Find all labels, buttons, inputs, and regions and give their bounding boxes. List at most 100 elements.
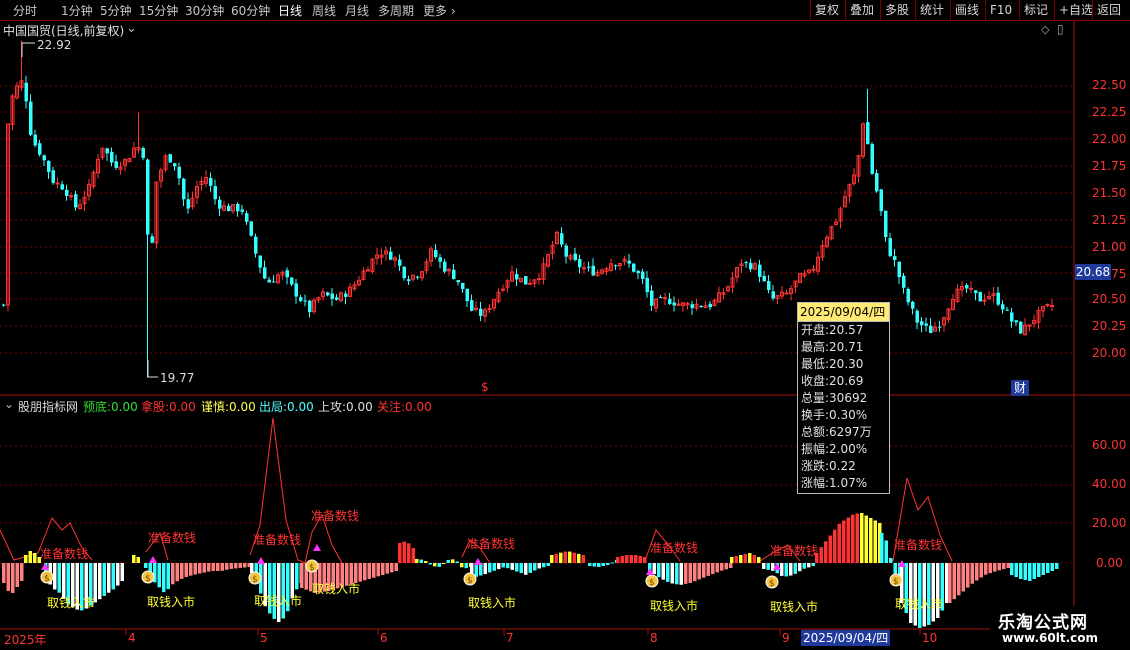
candle-body	[407, 279, 411, 282]
candle-body	[902, 275, 906, 288]
indicator-bar	[715, 563, 719, 573]
finance-report-marker[interactable]: 财	[1011, 380, 1029, 396]
indicator-bar	[1010, 563, 1014, 575]
indicator-bar	[446, 559, 450, 563]
statistics-button[interactable]: 统计	[915, 0, 948, 20]
signal-triangle-icon	[149, 556, 157, 563]
take-money-label: 取钱入市	[468, 596, 517, 610]
indicator-bar	[533, 563, 537, 571]
indicator-bar	[460, 563, 464, 568]
f10-button[interactable]: F10	[985, 0, 1016, 20]
indicator-bar	[234, 563, 238, 569]
indicator-bar	[793, 563, 797, 574]
back-button[interactable]: 返回	[1092, 0, 1125, 20]
tooltip-low: 最低:20.30	[801, 357, 864, 371]
period-tab-weekly[interactable]: 周线	[312, 2, 336, 19]
indicator-name[interactable]: 股朋指标网	[18, 398, 78, 415]
period-tab-daily[interactable]: 日线	[278, 2, 302, 19]
period-tab-more[interactable]: 更多 ›	[423, 2, 456, 19]
indicator-bar	[997, 563, 1001, 571]
indicator-bar	[11, 563, 15, 593]
indicator-bar	[216, 563, 220, 571]
period-tab-15min[interactable]: 15分钟	[139, 2, 178, 19]
money-bag-symbol: $	[145, 574, 151, 584]
indicator-tick: 20.00	[1092, 516, 1127, 530]
diamond-icon[interactable]: ◇	[1041, 23, 1049, 36]
indicator-bar	[864, 515, 868, 563]
indicator-tick: 40.00	[1092, 477, 1127, 491]
draw-line-button[interactable]: 画线	[950, 0, 983, 20]
period-tab-60min[interactable]: 60分钟	[231, 2, 270, 19]
money-bag-symbol: $	[309, 563, 315, 573]
indicator-bar	[207, 563, 211, 572]
candle-body	[573, 253, 577, 260]
take-money-label: 取钱入市	[47, 596, 96, 610]
indicator-bar	[1028, 563, 1032, 581]
take-money-label: 取钱入市	[650, 599, 699, 613]
period-tab-fenshi[interactable]: 分时	[13, 2, 37, 19]
indicator-bar	[363, 563, 367, 581]
indicator-bar	[638, 556, 642, 563]
indicator-bar	[873, 520, 877, 563]
indicator-bar	[634, 555, 638, 563]
period-tab-1min[interactable]: 1分钟	[61, 2, 93, 19]
chevron-down-icon[interactable]: ⌄	[4, 397, 14, 411]
indicator-bar	[724, 563, 728, 570]
candle-body	[330, 293, 334, 299]
indicator-bar	[367, 563, 371, 579]
indicator-bar	[488, 563, 492, 573]
indicator-bar	[98, 563, 102, 600]
candle-body	[487, 307, 492, 310]
indicator-bar	[927, 563, 931, 625]
candle-body	[1005, 309, 1009, 311]
price-tick: 21.50	[1092, 186, 1127, 200]
multi-stock-button[interactable]: 多股	[880, 0, 913, 20]
candle-body	[893, 256, 897, 261]
candle-body	[811, 268, 816, 271]
candle-body	[996, 292, 1000, 305]
candle-body	[65, 189, 69, 196]
date-crosshair-label: 2025/09/04/四	[801, 630, 891, 646]
candle-body	[879, 189, 883, 212]
adjust-button[interactable]: 复权	[810, 0, 843, 20]
indicator-bar	[762, 563, 766, 569]
mark-button[interactable]: 标记	[1019, 0, 1052, 20]
candle-info-tooltip: 2025/09/04/四 开盘:20.57 最高:20.71 最低:20.30 …	[797, 302, 890, 494]
indicator-bar	[734, 556, 738, 563]
indicator-bar	[193, 563, 197, 575]
indicator-bar	[869, 518, 873, 563]
indicator-bar	[702, 563, 706, 578]
dividend-event-marker[interactable]: $	[481, 380, 489, 394]
indicator-bar	[300, 563, 304, 588]
indicator-bar	[601, 563, 605, 566]
indicator-bar	[846, 517, 850, 563]
prepare-money-label: 准备数钱	[40, 547, 89, 561]
indicator-bar	[592, 563, 596, 567]
candle-body	[110, 151, 114, 163]
indicator-bar	[33, 553, 37, 563]
indicator-bar	[437, 563, 441, 567]
candle-body	[1010, 312, 1014, 322]
add-watchlist-button[interactable]: +自选	[1054, 0, 1097, 20]
candle-body	[303, 300, 307, 302]
window-restore-icon[interactable]: ▯	[1057, 22, 1064, 36]
kline-chart[interactable]: $ $ $ $ $ $ $ $	[0, 21, 1130, 650]
indicator-bar	[559, 552, 563, 563]
candle-body	[141, 148, 145, 159]
indicator-bar	[661, 563, 665, 580]
indicator-bar	[966, 563, 970, 588]
price-tick: 20.50	[1092, 292, 1127, 306]
candle-body	[920, 321, 924, 326]
period-tab-5min[interactable]: 5分钟	[100, 2, 132, 19]
candle-body	[978, 292, 982, 302]
period-tab-multi[interactable]: 多周期	[378, 2, 414, 19]
indicator-value-nagu: 拿股:0.00	[141, 400, 196, 414]
indicator-bar	[537, 563, 541, 569]
chevron-down-icon[interactable]: ⌄	[126, 21, 137, 36]
candle-body	[173, 163, 177, 167]
candle-body	[587, 266, 591, 268]
candle-body	[965, 285, 969, 289]
period-tab-monthly[interactable]: 月线	[345, 2, 369, 19]
overlay-button[interactable]: 叠加	[845, 0, 878, 20]
period-tab-30min[interactable]: 30分钟	[185, 2, 224, 19]
